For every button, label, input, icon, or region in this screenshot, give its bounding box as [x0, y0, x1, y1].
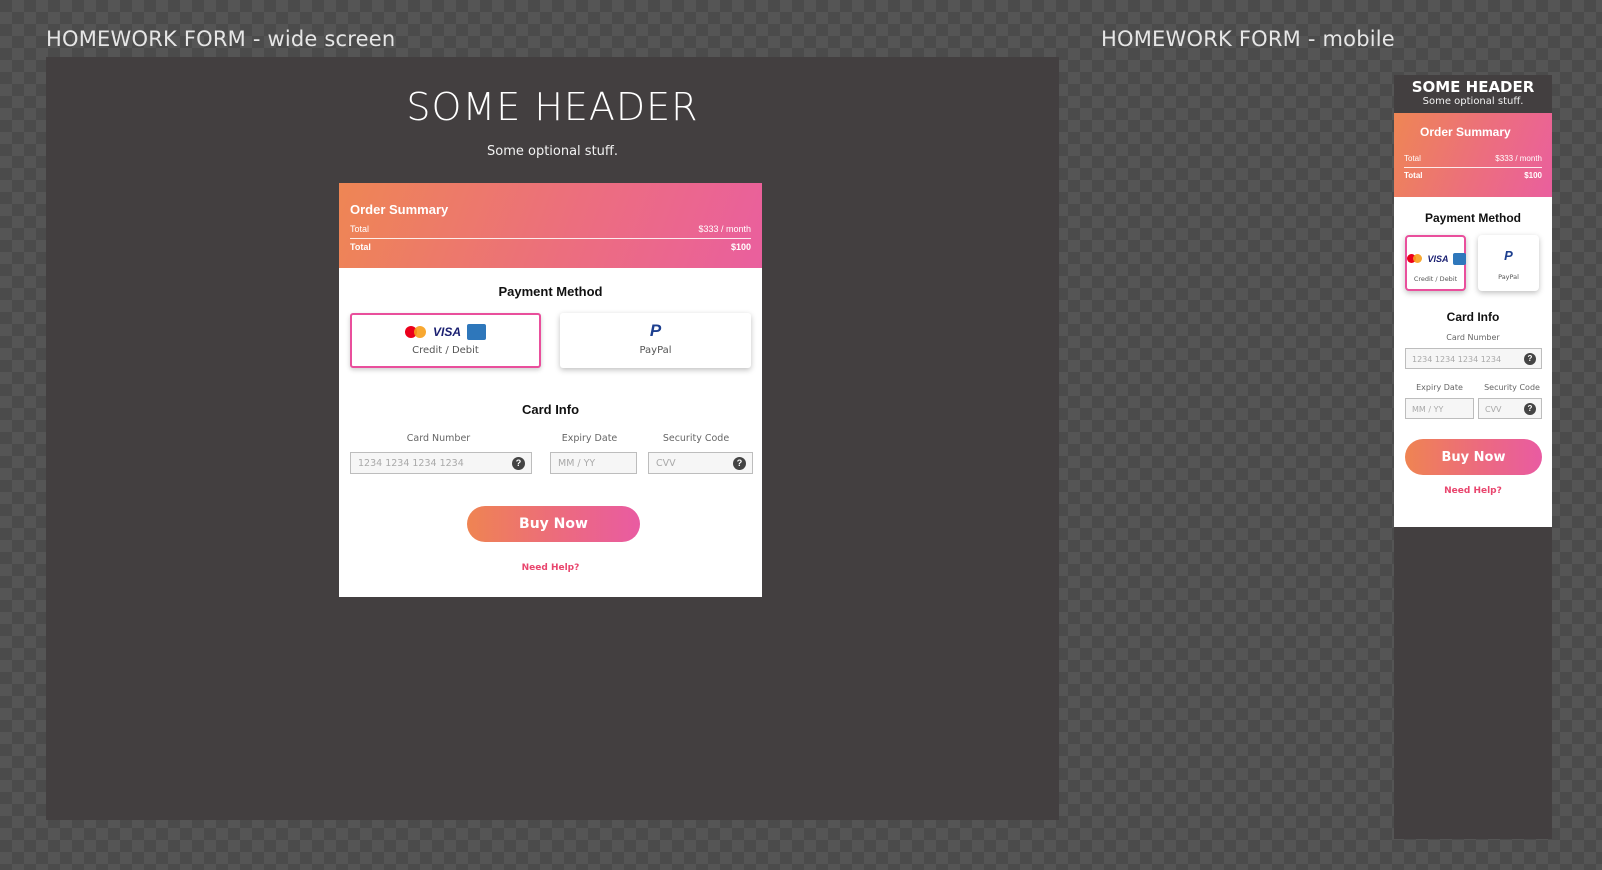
- card-brand-icons: VISA: [352, 323, 539, 341]
- mobile-card-brand-icons: VISA: [1407, 250, 1466, 268]
- mobile-summary-line: Total $333 / month: [1404, 154, 1542, 168]
- mobile-summary-line-label: Total: [1404, 154, 1421, 163]
- paypal-icon: P: [649, 321, 662, 340]
- mobile-card-number-help-icon[interactable]: ?: [1524, 353, 1536, 365]
- expiry-date-field: [550, 452, 637, 474]
- mobile-payment-method-title: Payment Method: [1424, 211, 1521, 225]
- security-code-help-icon[interactable]: ?: [733, 457, 746, 470]
- visa-icon: VISA: [432, 324, 461, 339]
- buy-now-button[interactable]: Buy Now: [467, 506, 640, 542]
- mobile-payment-option-paypal[interactable]: P PayPal: [1478, 235, 1539, 291]
- mobile-summary-total-label: Total: [1404, 171, 1423, 180]
- mobile-summary-line-value: $333 / month: [1495, 154, 1542, 163]
- summary-total: Total $100: [350, 242, 751, 252]
- frame-label-wide: HOMEWORK FORM - wide screen: [46, 27, 396, 51]
- mobile-security-code-help-icon[interactable]: ?: [1524, 403, 1536, 415]
- card-info-title: Card Info: [521, 402, 580, 417]
- mobile-page-subtitle: Some optional stuff.: [1422, 96, 1524, 107]
- wide-screen-frame: SOME HEADER Some optional stuff. Order S…: [46, 57, 1059, 820]
- mobile-checkout-card: Order Summary Total $333 / month Total $…: [1394, 113, 1552, 527]
- mobile-page-title: SOME HEADER: [1411, 78, 1535, 96]
- mobile-summary-total-value: $100: [1524, 171, 1542, 180]
- mobile-summary-total: Total $100: [1404, 171, 1542, 180]
- payment-method-title: Payment Method: [498, 284, 603, 299]
- mobile-buy-now-button[interactable]: Buy Now: [1405, 439, 1542, 475]
- mobile-security-code-label: Security Code: [1484, 383, 1540, 392]
- mobile-order-summary-title: Order Summary: [1420, 125, 1511, 139]
- paypal-icon-wrap: P: [560, 321, 751, 341]
- page-title: SOME HEADER: [406, 85, 699, 129]
- mobile-security-code-field: ?: [1478, 398, 1542, 419]
- card-number-label: Card Number: [406, 433, 471, 444]
- mobile-payment-option-card[interactable]: VISA Credit / Debit: [1405, 235, 1466, 291]
- security-code-label: Security Code: [662, 433, 730, 444]
- mobile-expiry-date-field: [1405, 398, 1474, 419]
- expiry-date-input[interactable]: [551, 453, 636, 474]
- payment-option-paypal[interactable]: P PayPal: [560, 313, 751, 368]
- mastercard-icon: [404, 325, 427, 338]
- card-number-field: ?: [350, 452, 532, 474]
- frame-label-mobile: HOMEWORK FORM - mobile: [1101, 27, 1395, 51]
- mobile-need-help-link[interactable]: Need Help?: [1394, 486, 1552, 496]
- mobile-card-number-label: Card Number: [1446, 333, 1500, 342]
- mobile-payment-option-card-label: Credit / Debit: [1413, 275, 1458, 283]
- payment-option-card[interactable]: VISA Credit / Debit: [350, 313, 541, 368]
- summary-total-value: $100: [730, 242, 751, 252]
- mobile-expiry-date-input[interactable]: [1406, 400, 1473, 419]
- summary-line-value: $333 / month: [698, 224, 751, 234]
- mobile-paypal-icon-wrap: P: [1478, 247, 1539, 265]
- expiry-date-label: Expiry Date: [561, 433, 618, 444]
- mobile-card-number-field: ?: [1405, 348, 1542, 369]
- mobile-expiry-date-label: Expiry Date: [1416, 383, 1463, 392]
- security-code-field: ?: [648, 452, 753, 474]
- checkout-card: Order Summary Total $333 / month Total $…: [339, 183, 762, 597]
- mobile-order-summary: Order Summary Total $333 / month Total $…: [1394, 113, 1552, 197]
- payment-option-card-label: Credit / Debit: [412, 345, 479, 356]
- amex-icon: [1452, 252, 1466, 265]
- paypal-icon: P: [1504, 248, 1513, 263]
- card-number-input[interactable]: [351, 453, 531, 474]
- summary-total-label: Total: [350, 242, 371, 252]
- mobile-card-number-input[interactable]: [1406, 350, 1541, 369]
- mastercard-icon: [1407, 254, 1423, 264]
- amex-icon: [467, 323, 487, 340]
- need-help-link[interactable]: Need Help?: [339, 563, 762, 573]
- summary-line: Total $333 / month: [350, 224, 751, 239]
- mobile-card-info-title: Card Info: [1446, 310, 1500, 324]
- order-summary: Order Summary Total $333 / month Total $…: [339, 183, 762, 268]
- mobile-payment-option-paypal-label: PayPal: [1498, 273, 1519, 281]
- order-summary-title: Order Summary: [350, 202, 449, 217]
- visa-icon: VISA: [1427, 253, 1449, 264]
- summary-line-label: Total: [350, 224, 370, 234]
- card-number-help-icon[interactable]: ?: [512, 457, 525, 470]
- page-subtitle: Some optional stuff.: [486, 144, 618, 159]
- payment-option-paypal-label: PayPal: [639, 345, 672, 356]
- mobile-frame: SOME HEADER Some optional stuff. Order S…: [1394, 75, 1552, 839]
